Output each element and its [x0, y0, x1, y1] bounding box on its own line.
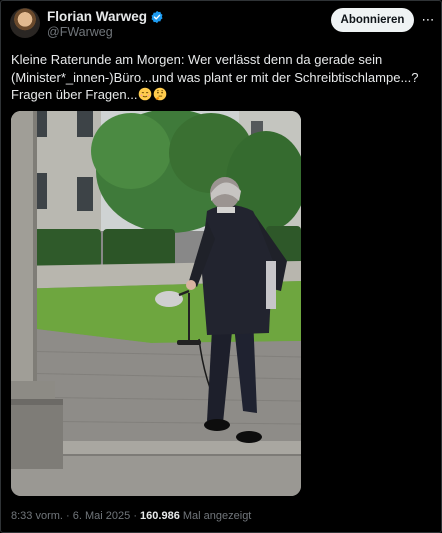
- author-handle[interactable]: @FWarweg: [47, 25, 113, 39]
- verified-badge-icon: [151, 10, 163, 23]
- meta-separator: ·: [133, 510, 137, 522]
- tweet-date[interactable]: 6. Mai 2025: [73, 510, 130, 522]
- author-display-name[interactable]: Florian Warweg: [47, 9, 147, 24]
- photo-courtyard-scene: [11, 111, 301, 496]
- tweet-text-body: Kleine Raterunde am Morgen: Wer verlässt…: [11, 52, 419, 102]
- follow-button[interactable]: Abonnieren: [331, 8, 414, 32]
- views-label: Mal angezeigt: [182, 510, 252, 522]
- meta-separator: ·: [66, 510, 70, 522]
- avatar[interactable]: [10, 8, 40, 38]
- author-row: Florian Warweg: [47, 9, 164, 24]
- tweet-photo[interactable]: [11, 111, 301, 496]
- tweet-text: Kleine Raterunde am Morgen: Wer verlässt…: [11, 51, 421, 104]
- more-horizontal-icon[interactable]: ⋯: [421, 12, 435, 28]
- relieved-face-icon: [139, 87, 152, 101]
- tweet-time[interactable]: 8:33 vorm.: [11, 510, 63, 522]
- tweet-meta: 8:33 vorm. · 6. Mai 2025 · 160.986 Mal a…: [11, 510, 251, 522]
- views-count: 160.986: [140, 510, 180, 522]
- thinking-face-icon: [154, 87, 167, 101]
